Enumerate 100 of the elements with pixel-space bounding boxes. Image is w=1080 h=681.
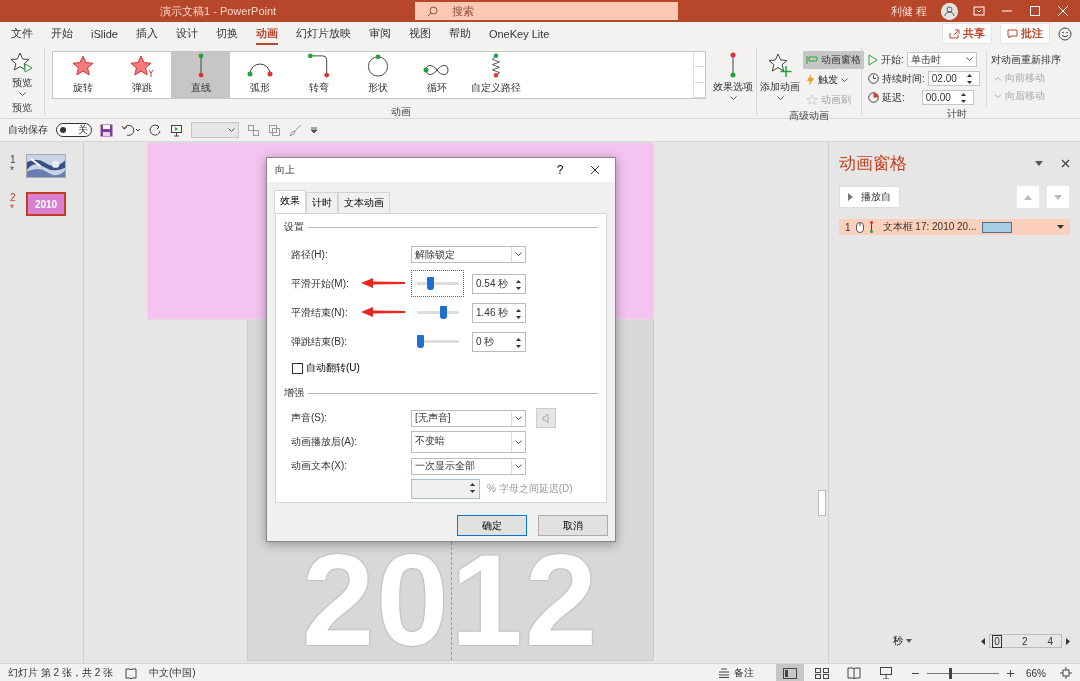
scroll-right-icon[interactable] xyxy=(1066,637,1070,645)
item-label: 文本框 17: 2010 20... xyxy=(882,220,977,234)
seconds-field[interactable]: 0 秒 xyxy=(472,331,526,352)
thumbnail-text: 2010 xyxy=(34,198,58,210)
triangle-down-icon xyxy=(1054,194,1062,200)
close-icon[interactable] xyxy=(1061,159,1070,168)
comments-button[interactable]: 批注 xyxy=(1000,23,1050,44)
smiley-icon[interactable] xyxy=(1058,26,1072,41)
undo-icon[interactable] xyxy=(121,123,141,137)
play-from-button[interactable]: 播放自 xyxy=(839,186,900,208)
close-icon xyxy=(590,165,600,175)
dialog-title: 向上 xyxy=(275,163,295,177)
ribbon-tab[interactable]: 开始 xyxy=(42,23,82,44)
mouse-icon xyxy=(855,221,864,233)
caret-icon xyxy=(515,252,522,257)
ribbon-tab[interactable]: 插入 xyxy=(126,23,167,44)
maximize-icon[interactable] xyxy=(1028,4,1042,18)
animation-pane-button[interactable]: 动画窗格 xyxy=(803,51,864,69)
ok-button[interactable]: 确定 xyxy=(457,515,527,536)
add-animation-button[interactable]: 添加动画 xyxy=(757,48,803,109)
language-label[interactable]: 中文(中国) xyxy=(149,666,196,680)
dropdown-icon[interactable] xyxy=(1057,225,1064,229)
dialog-tab[interactable]: 文本动画 xyxy=(338,192,390,213)
slide-count: 幻灯片 第 2 张，共 2 张 xyxy=(8,666,113,680)
normal-view-button[interactable] xyxy=(776,664,804,681)
ribbon-tab[interactable]: 文件 xyxy=(2,23,42,44)
notes-icon[interactable] xyxy=(718,668,730,678)
save-icon[interactable] xyxy=(100,123,113,137)
slider-thumb[interactable] xyxy=(439,306,447,319)
animation-option[interactable]: 直线 xyxy=(171,52,230,98)
animation-option[interactable]: 形状 xyxy=(348,52,407,98)
preview-button[interactable]: 预览 xyxy=(7,48,37,101)
triangle-up-icon xyxy=(1024,194,1032,200)
ribbon-tab[interactable]: iSlide xyxy=(82,24,127,43)
slide-thumbnail[interactable] xyxy=(26,154,66,178)
ribbon-display-icon[interactable] xyxy=(972,4,986,18)
share-button[interactable]: 共享 xyxy=(942,23,992,44)
autosave-toggle[interactable]: 关 xyxy=(56,123,92,137)
redo-icon[interactable] xyxy=(149,123,162,137)
help-button[interactable]: ? xyxy=(545,162,575,178)
field-label: 路径(H): xyxy=(291,247,329,262)
zoom-in-icon[interactable] xyxy=(1007,669,1014,677)
ribbon-tab[interactable]: 设计 xyxy=(166,23,207,44)
brush-icon[interactable] xyxy=(289,123,302,137)
animation-option[interactable]: 转弯 xyxy=(289,52,348,98)
notes-button[interactable]: 备注 xyxy=(734,666,754,680)
present-icon[interactable] xyxy=(170,123,183,137)
auto-reverse-checkbox[interactable]: 自动翻转(U) xyxy=(284,360,366,376)
duration-field[interactable]: 02.00 xyxy=(927,71,980,86)
ribbon-tab[interactable]: OneKey Lite xyxy=(479,24,559,43)
fit-icon[interactable] xyxy=(1060,667,1072,679)
timing-bar[interactable] xyxy=(981,221,1012,233)
lightning-icon xyxy=(806,74,815,86)
group-icon[interactable] xyxy=(247,123,260,137)
animation-option[interactable]: 自定义路径 xyxy=(466,52,525,98)
animation-option[interactable]: 弧形 xyxy=(230,52,289,98)
animation-option[interactable]: 循环 xyxy=(407,52,466,98)
ribbon-tab[interactable]: 帮助 xyxy=(439,23,480,44)
zoom-level[interactable]: 66% xyxy=(1026,667,1046,679)
customize-icon[interactable] xyxy=(310,126,318,134)
trigger-button[interactable]: 触发 xyxy=(803,71,864,89)
dropdown-field[interactable]: [无声音] xyxy=(411,409,526,427)
dialog-tab[interactable]: 计时 xyxy=(306,192,338,213)
ungroup-icon[interactable] xyxy=(268,123,281,137)
animation-option[interactable]: 弹跳 xyxy=(112,52,171,98)
avatar-icon[interactable] xyxy=(941,2,958,20)
cancel-button[interactable]: 取消 xyxy=(538,515,608,536)
chevron-down-icon xyxy=(993,93,1002,99)
ribbon-tab[interactable]: 动画 xyxy=(246,23,287,44)
dropdown-field[interactable]: 解除锁定 xyxy=(411,246,526,263)
ribbon-tab[interactable]: 视图 xyxy=(399,23,440,44)
search-icon xyxy=(427,5,438,17)
scroll-left-icon[interactable] xyxy=(981,637,986,645)
animation-option[interactable]: 旋转 xyxy=(53,52,112,98)
book-icon[interactable] xyxy=(125,667,137,679)
group-label: 高级动画 xyxy=(788,109,830,123)
slider-thumb[interactable] xyxy=(416,335,424,348)
zoom-thumb[interactable] xyxy=(949,667,953,679)
star-icon xyxy=(70,54,95,78)
dropdown-field[interactable]: 不变暗 xyxy=(411,431,526,453)
delay-field[interactable]: 00.00 xyxy=(921,90,974,105)
pane-options-icon[interactable] xyxy=(1035,161,1043,166)
slider-thumb[interactable] xyxy=(427,277,434,290)
book-view-icon xyxy=(847,667,861,679)
seconds-field[interactable]: 1.46 秒 xyxy=(472,302,526,323)
window-title: 演示文稿1 - PowerPoint xyxy=(159,3,278,19)
slide-number: 1 xyxy=(10,154,17,165)
search-field[interactable]: 搜索 xyxy=(415,2,678,20)
animation-item[interactable]: 1 文本框 17: 2010 20... xyxy=(839,219,1070,235)
dropdown-field[interactable]: 一次显示全部 xyxy=(411,457,526,475)
ribbon-tab[interactable]: 审阅 xyxy=(359,23,400,44)
seconds-field[interactable]: 0.54 秒 xyxy=(472,273,526,294)
star-icon xyxy=(128,54,155,78)
dialog-tab[interactable]: 效果 xyxy=(274,190,306,213)
units-dropdown[interactable]: 秒 xyxy=(887,633,918,649)
ribbon-tab[interactable]: 切换 xyxy=(206,23,247,44)
ribbon-tab[interactable]: 幻灯片放映 xyxy=(286,23,360,44)
star-plus-icon xyxy=(767,52,793,78)
effect-options-button[interactable]: 效果选项 xyxy=(710,48,756,105)
start-dropdown[interactable]: 单击时 xyxy=(906,52,977,67)
